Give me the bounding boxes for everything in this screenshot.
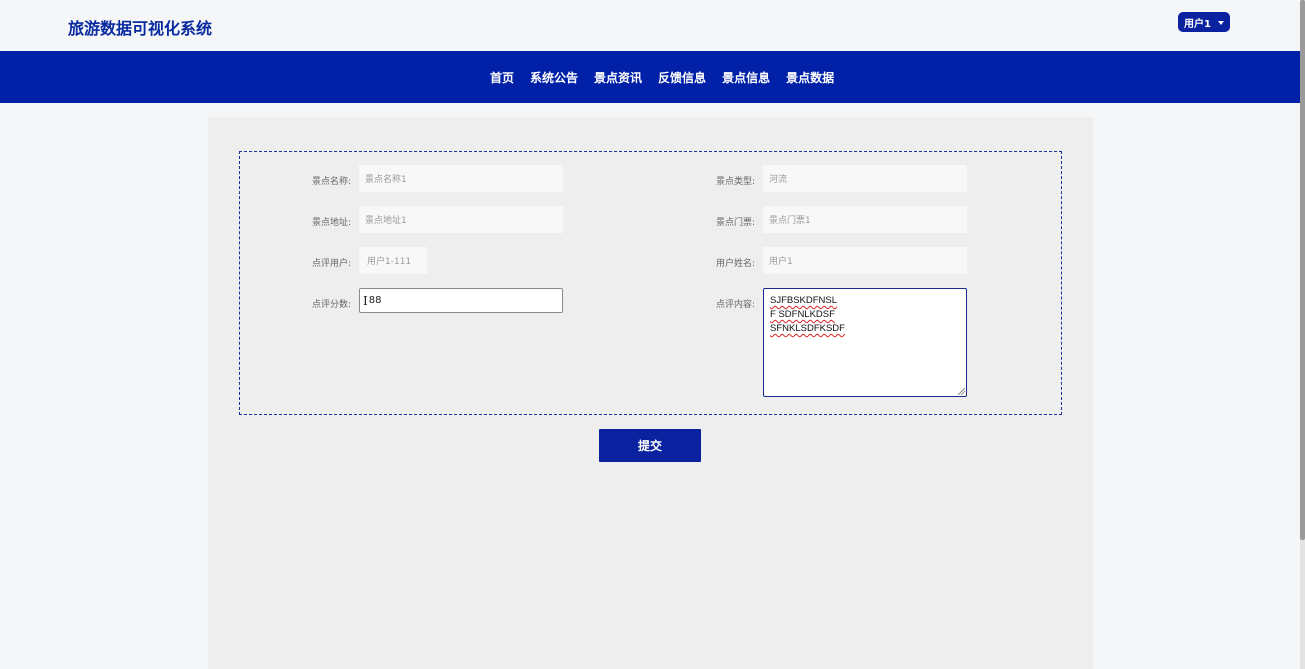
- review-user-label: 点评用户:: [311, 259, 351, 269]
- review-score-label: 点评分数:: [311, 300, 351, 310]
- review-content-line: SFNKLSDFKSDF: [770, 323, 845, 334]
- user-menu-label: 用户1: [1184, 18, 1211, 30]
- review-content-label: 点评内容:: [715, 300, 755, 310]
- review-content-line: F SDFNLKDSF: [770, 308, 960, 322]
- spot-ticket-field[interactable]: 景点门票1: [763, 206, 967, 233]
- spot-type-field[interactable]: 河流: [763, 165, 967, 192]
- page-scrollbar[interactable]: [1300, 0, 1305, 669]
- submit-button[interactable]: 提交: [599, 429, 701, 462]
- spot-name-label: 景点名称:: [311, 177, 351, 187]
- spot-address-label: 景点地址:: [311, 218, 351, 228]
- review-score-value: 88: [368, 295, 382, 306]
- main-navbar: 首页 系统公告 景点资讯 反馈信息 景点信息 景点数据: [0, 51, 1300, 103]
- nav-item-spot-news[interactable]: 景点资讯: [586, 69, 650, 86]
- review-user-field[interactable]: 用户1-111: [359, 247, 427, 274]
- nav-item-feedback[interactable]: 反馈信息: [650, 69, 714, 86]
- spot-address-field[interactable]: 景点地址1: [359, 206, 563, 233]
- review-score-input[interactable]: I 88: [359, 288, 563, 313]
- user-name-label: 用户姓名:: [715, 259, 755, 269]
- spot-name-field[interactable]: 景点名称1: [359, 165, 563, 192]
- nav-item-spot-info[interactable]: 景点信息: [714, 69, 778, 86]
- spot-type-label: 景点类型:: [715, 177, 755, 187]
- text-cursor-icon: I: [363, 293, 368, 308]
- resize-handle-icon[interactable]: [958, 388, 965, 395]
- app-title: 旅游数据可视化系统: [68, 19, 213, 38]
- nav-item-announcements[interactable]: 系统公告: [522, 69, 586, 86]
- nav-item-spot-data[interactable]: 景点数据: [778, 69, 842, 86]
- nav-item-home[interactable]: 首页: [482, 69, 522, 86]
- review-content-line-text: F SDFNLKDSF: [770, 309, 835, 320]
- user-name-field[interactable]: 用户1: [763, 247, 967, 274]
- review-content-textarea[interactable]: SJFBSKDFNSL F SDFNLKDSF SFNKLSDFKSDF: [763, 288, 967, 397]
- caret-down-icon: [1217, 20, 1224, 25]
- review-content-line: SJFBSKDFNSL: [770, 295, 838, 306]
- spot-ticket-label: 景点门票:: [715, 218, 755, 228]
- content-panel: 景点名称: 景点名称1 景点类型: 河流 景点地址: 景点地址1 景点门票: 景…: [208, 117, 1093, 669]
- user-menu-button[interactable]: 用户1: [1178, 12, 1230, 32]
- scrollbar-thumb[interactable]: [1300, 0, 1305, 540]
- top-header: 旅游数据可视化系统 用户1: [0, 0, 1300, 51]
- review-form: 景点名称: 景点名称1 景点类型: 河流 景点地址: 景点地址1 景点门票: 景…: [239, 151, 1062, 415]
- nav-menu: 首页 系统公告 景点资讯 反馈信息 景点信息 景点数据: [482, 51, 842, 103]
